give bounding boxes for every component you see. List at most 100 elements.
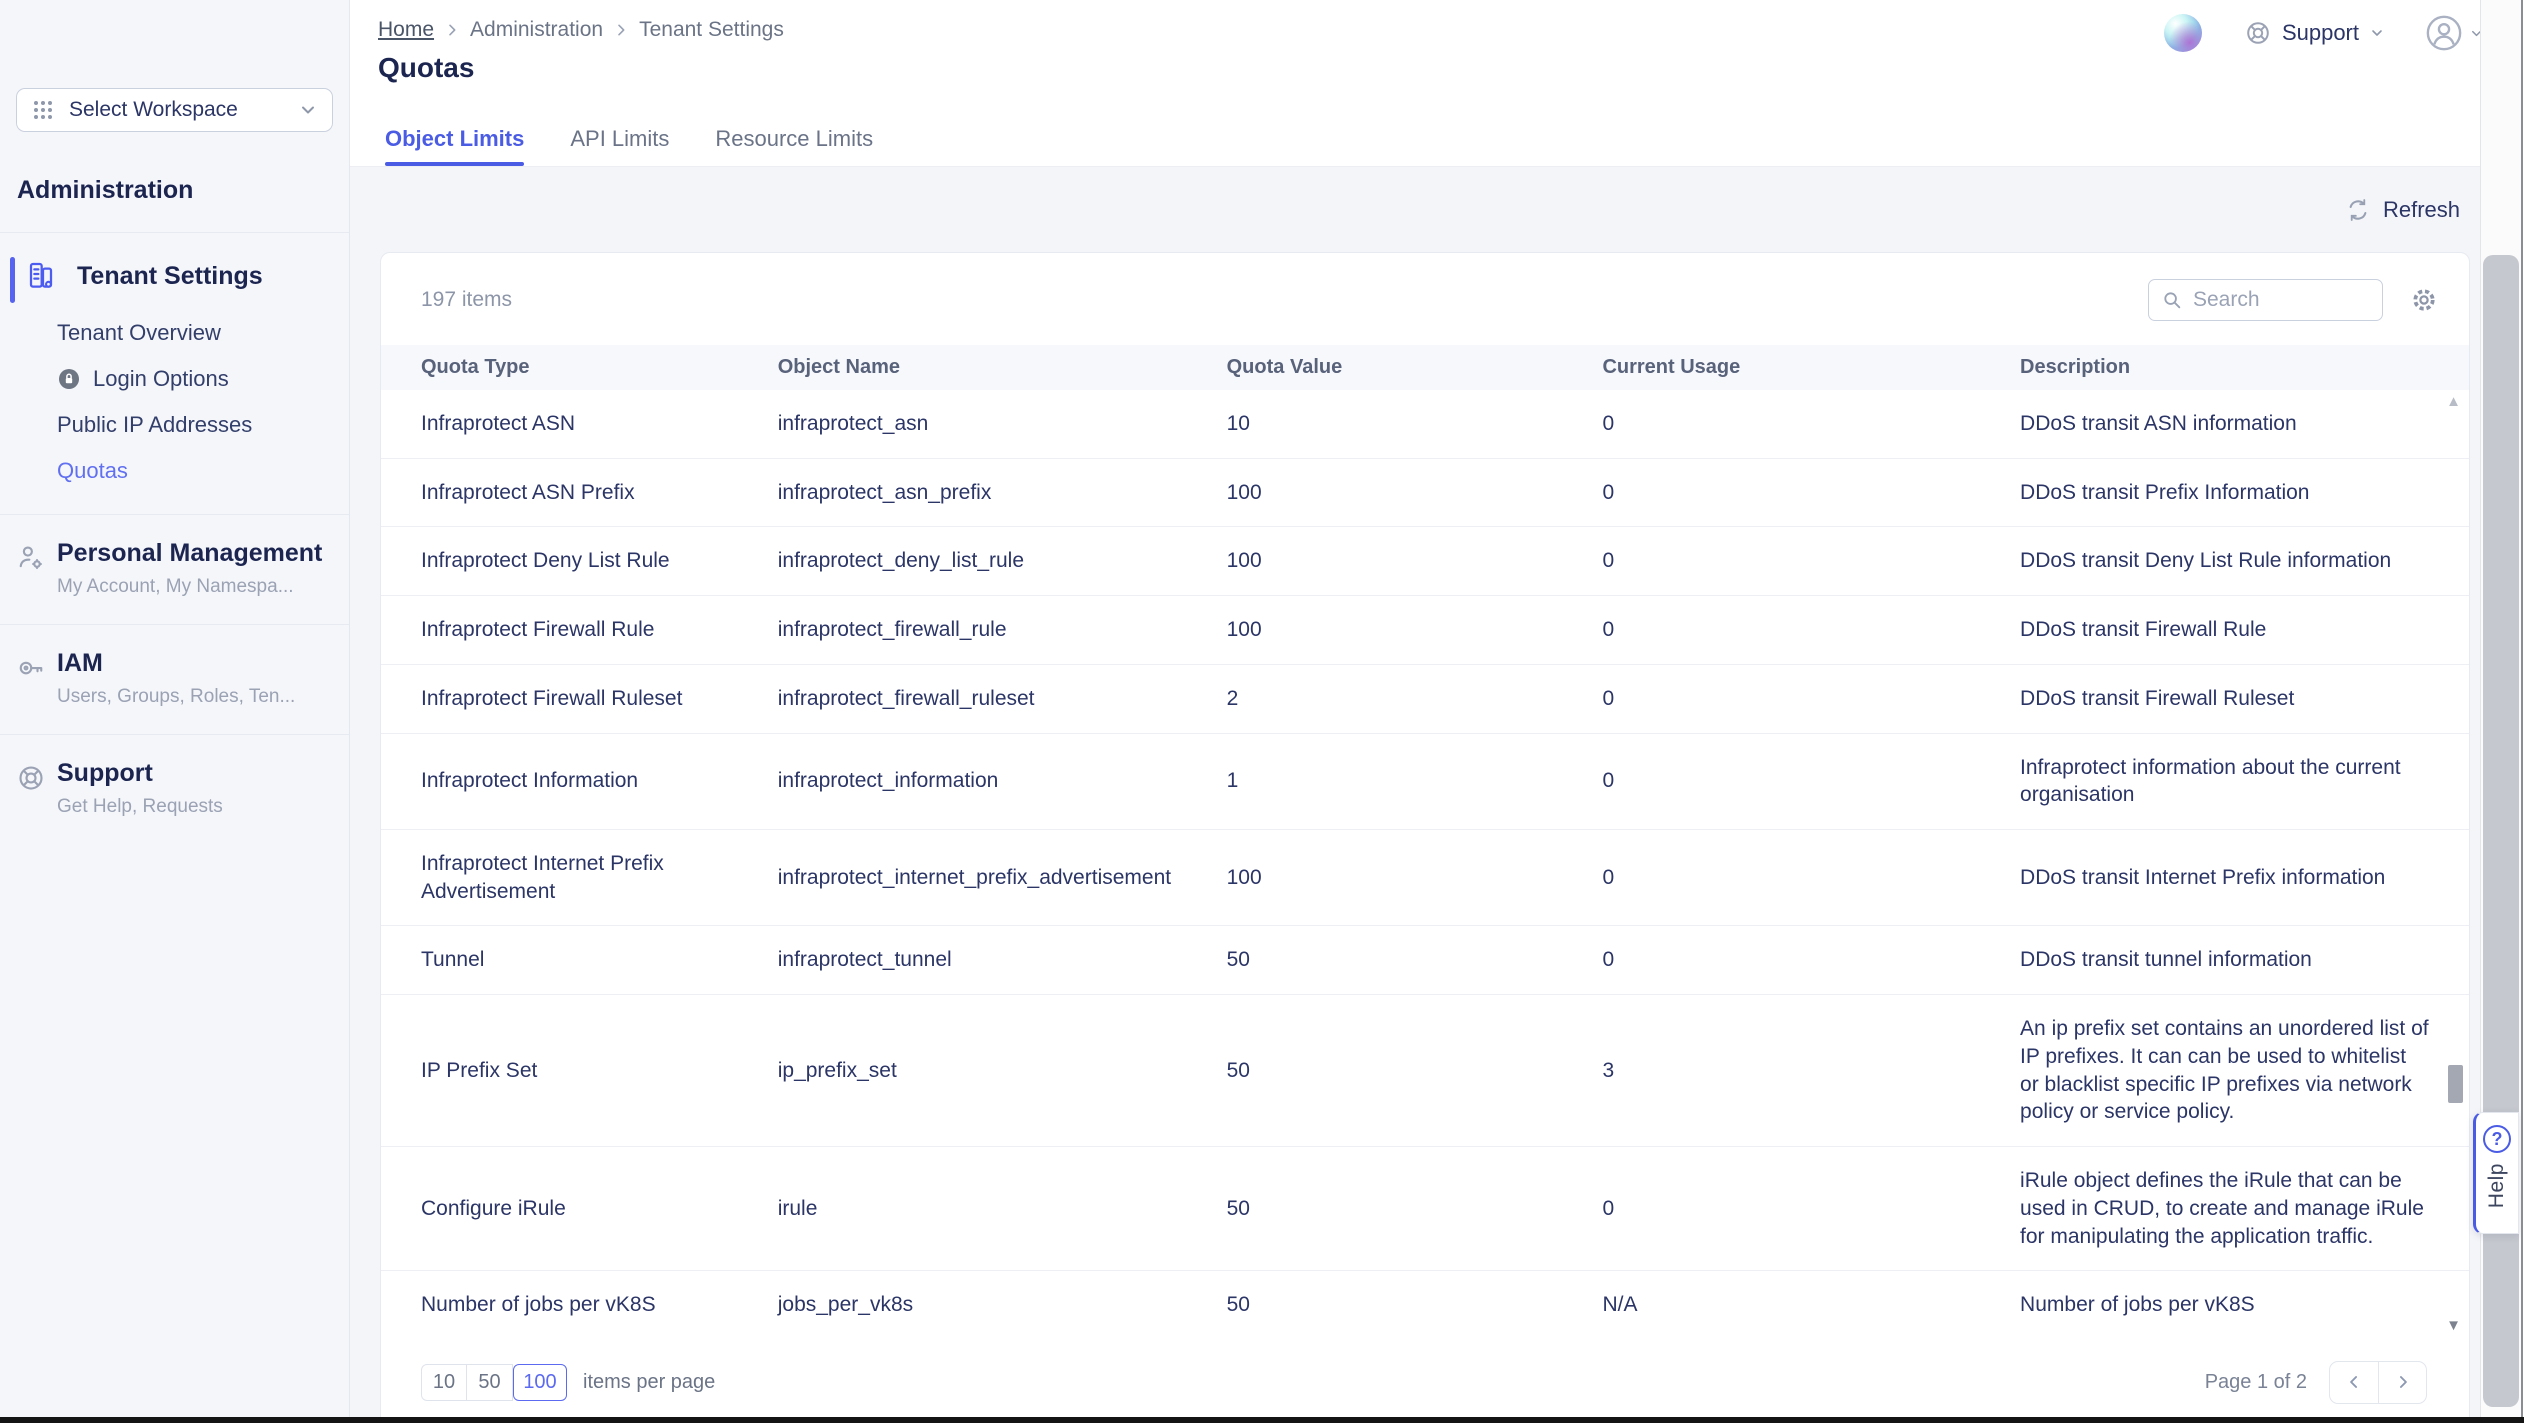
cell-quota-value: 1 bbox=[1227, 733, 1603, 829]
assistant-sphere-icon[interactable] bbox=[2164, 14, 2202, 52]
user-menu[interactable] bbox=[2425, 14, 2484, 52]
cell-description: Number of jobs per vK8S bbox=[2020, 1271, 2469, 1339]
column-header-object-name[interactable]: Object Name bbox=[778, 345, 1227, 390]
cell-quota-type: IP Prefix Set bbox=[381, 995, 778, 1147]
search-input[interactable] bbox=[2193, 288, 2353, 312]
cell-object-name: infraprotect_firewall_rule bbox=[778, 596, 1227, 665]
cell-description: DDoS transit Internet Prefix information bbox=[2020, 830, 2469, 926]
table-row[interactable]: Infraprotect ASN Prefix infraprotect_asn… bbox=[381, 458, 2469, 527]
table-row[interactable]: Infraprotect ASN infraprotect_asn 10 0 D… bbox=[381, 390, 2469, 458]
cell-quota-value: 100 bbox=[1227, 527, 1603, 596]
cell-quota-value: 50 bbox=[1227, 1147, 1603, 1271]
sidebar-item-support[interactable]: Support Get Help, Requests bbox=[0, 735, 349, 844]
table-row[interactable]: Infraprotect Firewall Ruleset infraprote… bbox=[381, 664, 2469, 733]
grid-icon bbox=[31, 98, 55, 122]
refresh-icon bbox=[2345, 197, 2371, 223]
support-menu-label: Support bbox=[2282, 20, 2359, 46]
column-header-description[interactable]: Description bbox=[2020, 345, 2469, 390]
previous-page-button[interactable] bbox=[2330, 1362, 2378, 1403]
table-row[interactable]: Configure iRule irule 50 0 iRule object … bbox=[381, 1147, 2469, 1271]
pager-buttons bbox=[2329, 1361, 2427, 1404]
cell-quota-type: Infraprotect ASN Prefix bbox=[381, 458, 778, 527]
tab-api-limits[interactable]: API Limits bbox=[570, 126, 669, 166]
sidebar-item-personal-management[interactable]: Personal Management My Account, My Names… bbox=[0, 515, 349, 624]
table-row[interactable]: IP Prefix Set ip_prefix_set 50 3 An ip p… bbox=[381, 995, 2469, 1147]
sidebar: Select Workspace Administration Tenant S… bbox=[0, 0, 350, 1423]
table-row[interactable]: Infraprotect Firewall Rule infraprotect_… bbox=[381, 596, 2469, 665]
table-scroll-down-arrow[interactable]: ▼ bbox=[2446, 1317, 2461, 1334]
breadcrumb-tenant-settings[interactable]: Tenant Settings bbox=[639, 18, 784, 42]
page-size-100[interactable]: 100 bbox=[513, 1364, 567, 1401]
column-header-current-usage[interactable]: Current Usage bbox=[1602, 345, 2020, 390]
cell-current-usage: 0 bbox=[1602, 458, 2020, 527]
column-header-quota-value[interactable]: Quota Value bbox=[1227, 345, 1603, 390]
refresh-button[interactable]: Refresh bbox=[2335, 191, 2470, 229]
table-header-row: Quota Type Object Name Quota Value Curre… bbox=[381, 345, 2469, 390]
support-menu[interactable]: Support bbox=[2244, 19, 2385, 47]
cell-object-name: infraprotect_deny_list_rule bbox=[778, 527, 1227, 596]
search-box bbox=[2148, 279, 2383, 321]
cell-quota-type: Infraprotect Deny List Rule bbox=[381, 527, 778, 596]
header-actions: Support bbox=[2164, 14, 2484, 52]
tab-label: API Limits bbox=[570, 126, 669, 151]
chevron-left-icon bbox=[2344, 1372, 2364, 1392]
cell-description: DDoS transit Firewall Rule bbox=[2020, 596, 2469, 665]
cell-description: An ip prefix set contains an unordered l… bbox=[2020, 995, 2469, 1147]
cell-description: iRule object defines the iRule that can … bbox=[2020, 1147, 2469, 1271]
page-scrollbar-thumb[interactable] bbox=[2483, 255, 2519, 1407]
table-footer: 10 50 100 items per page Page 1 of 2 bbox=[381, 1339, 2469, 1423]
breadcrumb-home-link[interactable]: Home bbox=[378, 18, 434, 42]
lock-badge-icon bbox=[57, 367, 81, 391]
cell-quota-type: Tunnel bbox=[381, 926, 778, 995]
bottom-system-bar bbox=[0, 1417, 2524, 1423]
column-header-quota-type[interactable]: Quota Type bbox=[381, 345, 778, 390]
sidebar-item-label: Tenant Settings bbox=[77, 262, 263, 291]
tenant-settings-subnav: Tenant Overview Login Options Public IP … bbox=[0, 302, 349, 508]
sidebar-item-public-ip-addresses[interactable]: Public IP Addresses bbox=[0, 402, 349, 448]
cell-current-usage: 0 bbox=[1602, 390, 2020, 458]
table-row[interactable]: Infraprotect Deny List Rule infraprotect… bbox=[381, 527, 2469, 596]
tab-resource-limits[interactable]: Resource Limits bbox=[715, 126, 873, 166]
help-tab[interactable]: Help bbox=[2473, 1112, 2519, 1234]
active-accent-bar bbox=[10, 257, 15, 303]
cell-object-name: infraprotect_asn bbox=[778, 390, 1227, 458]
sidebar-item-label: Support bbox=[57, 759, 333, 788]
tab-label: Resource Limits bbox=[715, 126, 873, 151]
table-row[interactable]: Number of jobs per vK8S jobs_per_vk8s 50… bbox=[381, 1271, 2469, 1339]
table-row[interactable]: Infraprotect Information infraprotect_in… bbox=[381, 733, 2469, 829]
next-page-button[interactable] bbox=[2378, 1362, 2426, 1403]
sidebar-item-label: IAM bbox=[57, 649, 333, 678]
cell-object-name: infraprotect_internet_prefix_advertiseme… bbox=[778, 830, 1227, 926]
page-size-50[interactable]: 50 bbox=[467, 1364, 513, 1401]
avatar-icon bbox=[2425, 14, 2463, 52]
page-title: Quotas bbox=[378, 52, 2524, 84]
tab-object-limits[interactable]: Object Limits bbox=[385, 126, 524, 166]
workspace-selector[interactable]: Select Workspace bbox=[16, 88, 333, 132]
table-row[interactable]: Tunnel infraprotect_tunnel 50 0 DDoS tra… bbox=[381, 926, 2469, 995]
content-area: Refresh 197 items bbox=[350, 167, 2524, 1423]
cell-quota-type: Configure iRule bbox=[381, 1147, 778, 1271]
chevron-down-icon bbox=[298, 100, 318, 120]
main-area: Home Administration Tenant Settings Quot… bbox=[350, 0, 2524, 1423]
table-row[interactable]: Infraprotect Internet Prefix Advertiseme… bbox=[381, 830, 2469, 926]
sidebar-item-subtitle: Get Help, Requests bbox=[57, 796, 333, 818]
sidebar-item-login-options[interactable]: Login Options bbox=[0, 356, 349, 402]
breadcrumb-administration[interactable]: Administration bbox=[470, 18, 603, 42]
table-toolbar: 197 items bbox=[381, 253, 2469, 345]
sidebar-item-tenant-settings[interactable]: Tenant Settings bbox=[0, 233, 349, 302]
table-scrollbar-thumb[interactable] bbox=[2448, 1065, 2463, 1103]
chevron-right-icon bbox=[613, 22, 629, 38]
page-size-10[interactable]: 10 bbox=[421, 1364, 467, 1401]
toolbar-right bbox=[2148, 279, 2439, 321]
sidebar-item-subtitle: My Account, My Namespa... bbox=[57, 576, 333, 598]
sidebar-item-label: Tenant Overview bbox=[57, 320, 221, 346]
sidebar-item-quotas[interactable]: Quotas bbox=[0, 448, 349, 494]
gear-icon[interactable] bbox=[2409, 285, 2439, 315]
cell-object-name: infraprotect_information bbox=[778, 733, 1227, 829]
cell-object-name: ip_prefix_set bbox=[778, 995, 1227, 1147]
table-scroll-up-arrow[interactable]: ▲ bbox=[2446, 393, 2461, 410]
tab-bar: Object Limits API Limits Resource Limits bbox=[385, 126, 873, 166]
sidebar-item-label: Login Options bbox=[93, 366, 229, 392]
sidebar-item-iam[interactable]: IAM Users, Groups, Roles, Ten... bbox=[0, 625, 349, 734]
sidebar-item-tenant-overview[interactable]: Tenant Overview bbox=[0, 310, 349, 356]
